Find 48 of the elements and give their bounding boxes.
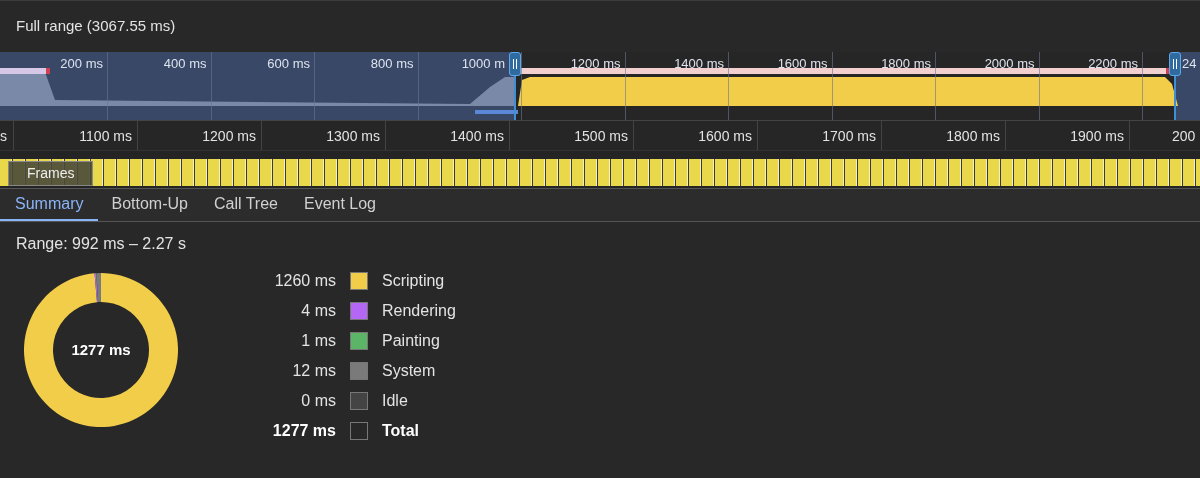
time-tick: 1200 ms [570, 55, 621, 73]
range-handle[interactable] [1169, 52, 1181, 120]
legend-label: Rendering [382, 301, 456, 321]
time-tick: 1000 m [461, 55, 505, 73]
range-handle[interactable] [509, 52, 521, 120]
legend-label: Painting [382, 331, 440, 351]
range-label: Range: 992 ms – 2.27 s [16, 234, 187, 254]
time-tick: 600 ms [267, 55, 310, 73]
time-tick: s [0, 127, 7, 146]
legend-label: Idle [382, 391, 408, 411]
time-tick: 200 ms [60, 55, 103, 73]
time-tick: 1600 ms [777, 55, 828, 73]
time-tick: 1100 ms [79, 127, 132, 146]
legend-value: 4 ms [300, 301, 336, 321]
network-bar [475, 110, 518, 114]
time-tick: 1300 ms [326, 127, 380, 146]
event-bar [0, 68, 50, 74]
legend-label: System [382, 361, 436, 381]
legend-value: 1 ms [300, 331, 336, 351]
legend-value: 12 ms [291, 361, 336, 381]
time-tick: 1400 ms [450, 127, 504, 146]
time-tick: 2200 ms [1088, 55, 1138, 73]
time-tick: 1900 ms [1070, 127, 1124, 146]
time-tick: 24 [1182, 55, 1197, 73]
tab[interactable]: Bottom-Up [98, 189, 201, 221]
time-tick: 1400 ms [674, 55, 724, 73]
time-tick: 800 ms [370, 55, 414, 73]
time-tick: 1600 ms [698, 127, 752, 146]
time-tick: 2000 ms [984, 55, 1035, 73]
legend-value: 0 ms [300, 391, 336, 411]
legend-label: Total [382, 421, 420, 441]
time-tick: 200 [1172, 127, 1196, 146]
time-tick: 1200 ms [202, 127, 256, 146]
time-tick: 1800 ms [946, 127, 1000, 146]
tab[interactable]: Event Log [290, 189, 389, 221]
panel-title: Full range (3067.55 ms) [16, 16, 176, 37]
track-label: Frames [8, 161, 94, 186]
time-tick: 400 ms [163, 55, 207, 73]
donut-total: 1277 ms [70, 339, 132, 360]
time-tick: 1800 ms [881, 55, 931, 73]
legend-value: 1277 ms [271, 421, 336, 441]
tab[interactable]: Call Tree [200, 189, 291, 221]
legend-value: 1260 ms [273, 271, 336, 291]
time-tick: 1700 ms [822, 127, 876, 146]
tab[interactable]: Summary [0, 189, 99, 221]
legend-swatch [350, 422, 368, 440]
time-tick: 1500 ms [574, 127, 628, 146]
legend-label: Scripting [382, 271, 445, 291]
